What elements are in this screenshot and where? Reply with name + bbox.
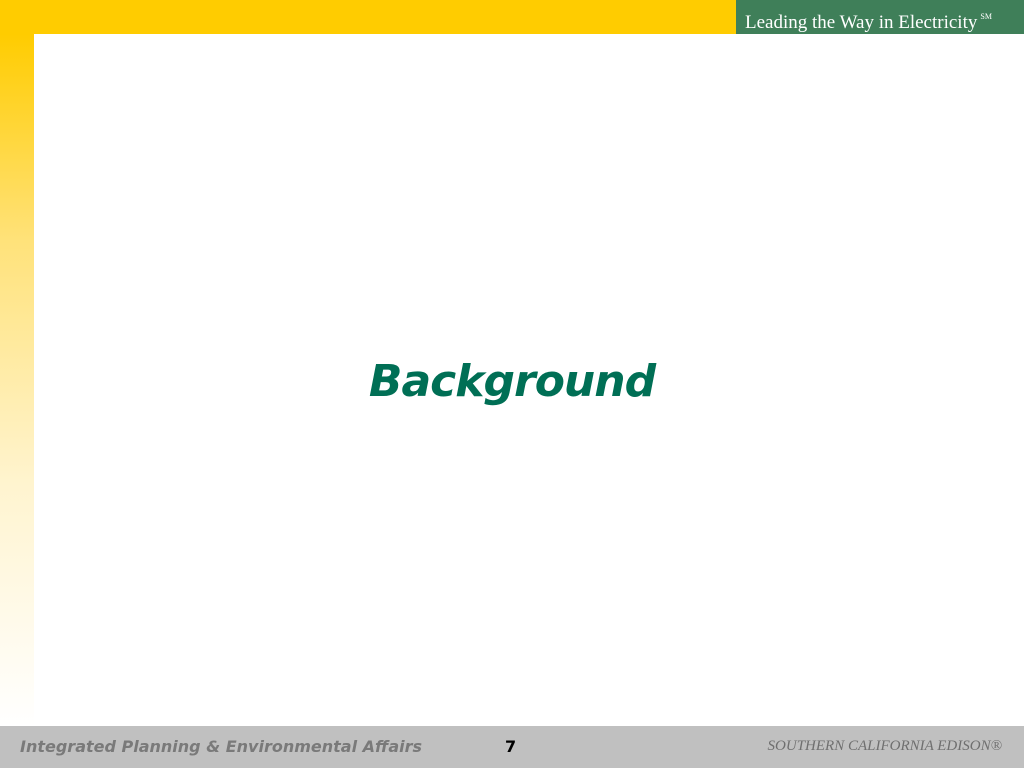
footer-company: SOUTHERN CALIFORNIA EDISON® xyxy=(767,738,1002,754)
footer-department: Integrated Planning & Environmental Affa… xyxy=(20,737,423,756)
tagline-service-mark: SM xyxy=(980,12,992,21)
slide-title: Background xyxy=(368,356,656,407)
footer-bar: Integrated Planning & Environmental Affa… xyxy=(0,726,1024,768)
tagline-banner: Leading the Way in Electricity SM xyxy=(736,0,1024,34)
tagline-text: Leading the Way in Electricity xyxy=(745,12,978,33)
page-number: 7 xyxy=(505,737,517,756)
slide: Leading the Way in Electricity SM Backgro… xyxy=(0,0,1024,768)
